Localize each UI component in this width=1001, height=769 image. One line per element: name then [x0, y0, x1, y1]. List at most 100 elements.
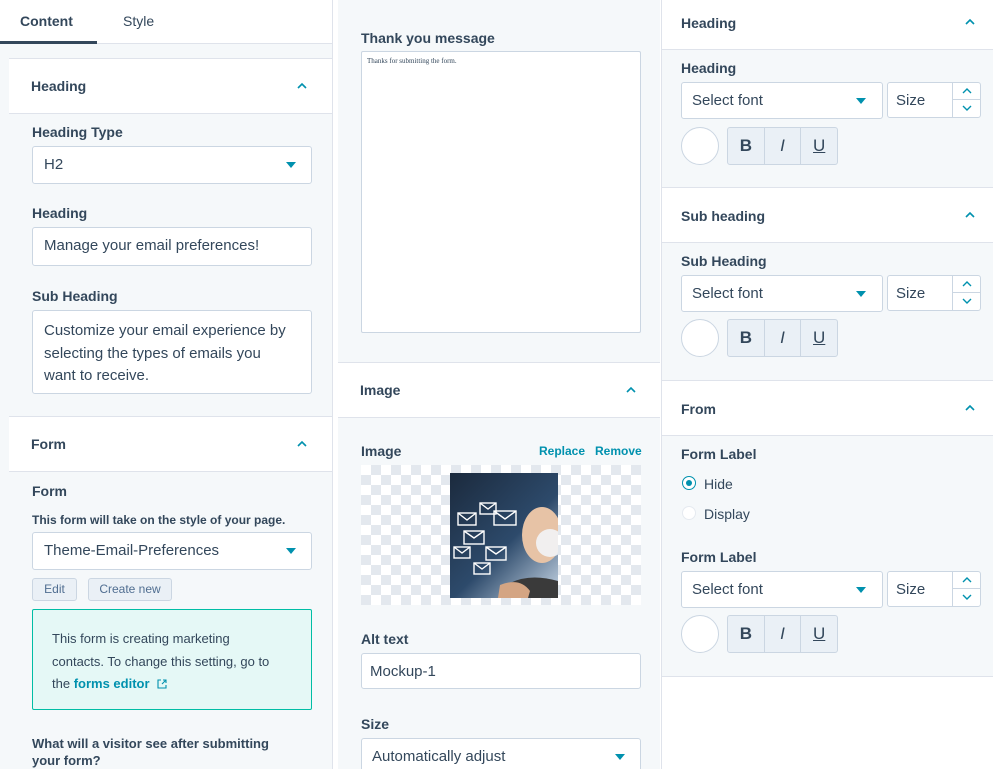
form-section-title: Form	[31, 436, 66, 452]
display-radio[interactable]	[682, 506, 696, 520]
active-tab-indicator	[0, 41, 97, 44]
subheading-size-input[interactable]: Size	[887, 275, 981, 311]
from-section-header[interactable]: From	[662, 380, 993, 436]
heading-size-input[interactable]: Size	[887, 82, 981, 118]
tab-bar: Content Style	[0, 0, 332, 44]
subheading-size-placeholder: Size	[896, 285, 926, 302]
stepper-down-icon[interactable]	[953, 589, 980, 606]
form-select[interactable]: Theme-Email-Preferences	[32, 532, 312, 570]
bold-button[interactable]: B	[728, 128, 765, 164]
replace-image-link[interactable]: Replace	[539, 444, 585, 458]
chevron-up-icon[interactable]	[965, 211, 975, 221]
form-label-color-picker[interactable]	[681, 615, 719, 653]
heading-type-label: Heading Type	[32, 124, 123, 140]
dropdown-caret-icon	[615, 754, 625, 760]
image-preview[interactable]	[361, 465, 641, 605]
heading-style-title: Heading	[681, 15, 737, 31]
subheading-label: Sub Heading	[32, 288, 118, 304]
alt-text-input[interactable]: Mockup-1	[361, 653, 641, 689]
subheading-style-title: Sub heading	[681, 208, 765, 224]
size-stepper[interactable]	[952, 572, 980, 606]
form-select-value: Theme-Email-Preferences	[44, 542, 220, 559]
underline-button[interactable]: U	[801, 128, 837, 164]
heading-color-picker[interactable]	[681, 127, 719, 165]
display-radio-label[interactable]: Display	[704, 506, 750, 522]
bold-button[interactable]: B	[728, 616, 765, 652]
dropdown-caret-icon	[286, 548, 296, 554]
italic-button[interactable]: I	[765, 320, 802, 356]
stepper-up-icon[interactable]	[953, 572, 980, 589]
from-section-title: From	[681, 401, 716, 417]
heading-style-label: Heading	[681, 60, 737, 76]
content-panel: Content Style Heading Heading Type H2 He…	[0, 0, 333, 769]
hide-radio-label[interactable]: Hide	[704, 476, 733, 492]
subheading-style-label: Sub Heading	[681, 253, 767, 269]
subheading-font-placeholder: Select font	[692, 285, 763, 302]
thank-you-editor[interactable]: Thanks for submitting the form.	[361, 51, 641, 333]
chevron-up-icon[interactable]	[626, 386, 636, 396]
tab-style[interactable]: Style	[123, 13, 154, 29]
form-label: Form	[32, 483, 67, 499]
heading-input-value: Manage your email preferences!	[44, 237, 260, 254]
form-label-format-buttons: B I U	[727, 615, 838, 653]
stepper-down-icon[interactable]	[953, 100, 980, 117]
panel-footer-space	[662, 676, 993, 769]
form-label-font-select[interactable]: Select font	[681, 571, 883, 608]
form-label-font-title: Form Label	[681, 549, 757, 565]
subheading-textarea[interactable]: Customize your email experience by selec…	[32, 310, 312, 394]
heading-font-placeholder: Select font	[692, 92, 763, 109]
style-panel: Heading Heading Select font Size B I U S…	[661, 0, 993, 769]
bold-button[interactable]: B	[728, 320, 765, 356]
heading-input[interactable]: Manage your email preferences!	[32, 227, 312, 266]
dropdown-caret-icon	[856, 291, 866, 297]
subheading-font-select[interactable]: Select font	[681, 275, 883, 312]
italic-button[interactable]: I	[765, 616, 802, 652]
edit-button[interactable]: Edit	[32, 578, 77, 601]
dropdown-caret-icon	[856, 587, 866, 593]
subheading-value: Customize your email experience by selec…	[44, 322, 286, 384]
marketing-notice: This form is creating marketing contacts…	[32, 609, 312, 710]
size-stepper[interactable]	[952, 276, 980, 310]
notice-text: This form is creating marketing contacts…	[52, 628, 269, 697]
size-stepper[interactable]	[952, 83, 980, 117]
stepper-up-icon[interactable]	[953, 83, 980, 100]
heading-type-select[interactable]: H2	[32, 146, 312, 184]
chevron-up-icon[interactable]	[965, 18, 975, 28]
stepper-up-icon[interactable]	[953, 276, 980, 293]
subheading-color-picker[interactable]	[681, 319, 719, 357]
dropdown-caret-icon	[286, 162, 296, 168]
size-select-value: Automatically adjust	[372, 748, 506, 765]
remove-image-link[interactable]: Remove	[595, 444, 642, 458]
heading-type-value: H2	[44, 156, 64, 173]
alt-text-label: Alt text	[361, 631, 409, 647]
subheading-style-header[interactable]: Sub heading	[662, 187, 993, 243]
form-label-size-placeholder: Size	[896, 581, 926, 598]
size-label: Size	[361, 716, 390, 732]
hide-radio[interactable]	[682, 476, 696, 490]
image-section-title: Image	[360, 382, 401, 398]
underline-button[interactable]: U	[801, 320, 837, 356]
form-label-size-input[interactable]: Size	[887, 571, 981, 607]
forms-editor-link[interactable]: forms editor	[74, 676, 150, 691]
middle-panel: Thank you message Thanks for submitting …	[338, 0, 660, 769]
mockup-image	[450, 473, 558, 598]
chevron-up-icon[interactable]	[297, 440, 307, 450]
subheading-format-buttons: B I U	[727, 319, 838, 357]
size-select[interactable]: Automatically adjust	[361, 738, 641, 769]
chevron-up-icon[interactable]	[965, 404, 975, 414]
image-section-header[interactable]: Image	[338, 362, 660, 418]
heading-section-header[interactable]: Heading	[9, 58, 332, 114]
heading-font-select[interactable]: Select font	[681, 82, 883, 119]
stepper-down-icon[interactable]	[953, 293, 980, 310]
chevron-up-icon[interactable]	[297, 82, 307, 92]
underline-button[interactable]: U	[801, 616, 837, 652]
thank-you-value: Thanks for submitting the form.	[367, 57, 457, 65]
after-submit-label: What will a visitor see after submitting…	[32, 736, 269, 768]
italic-button[interactable]: I	[765, 128, 802, 164]
create-new-button[interactable]: Create new	[88, 578, 172, 601]
tab-content[interactable]: Content	[20, 13, 73, 29]
external-link-icon	[157, 674, 167, 697]
form-section-header[interactable]: Form	[9, 416, 332, 472]
heading-style-header[interactable]: Heading	[662, 0, 993, 50]
form-label-font-placeholder: Select font	[692, 581, 763, 598]
